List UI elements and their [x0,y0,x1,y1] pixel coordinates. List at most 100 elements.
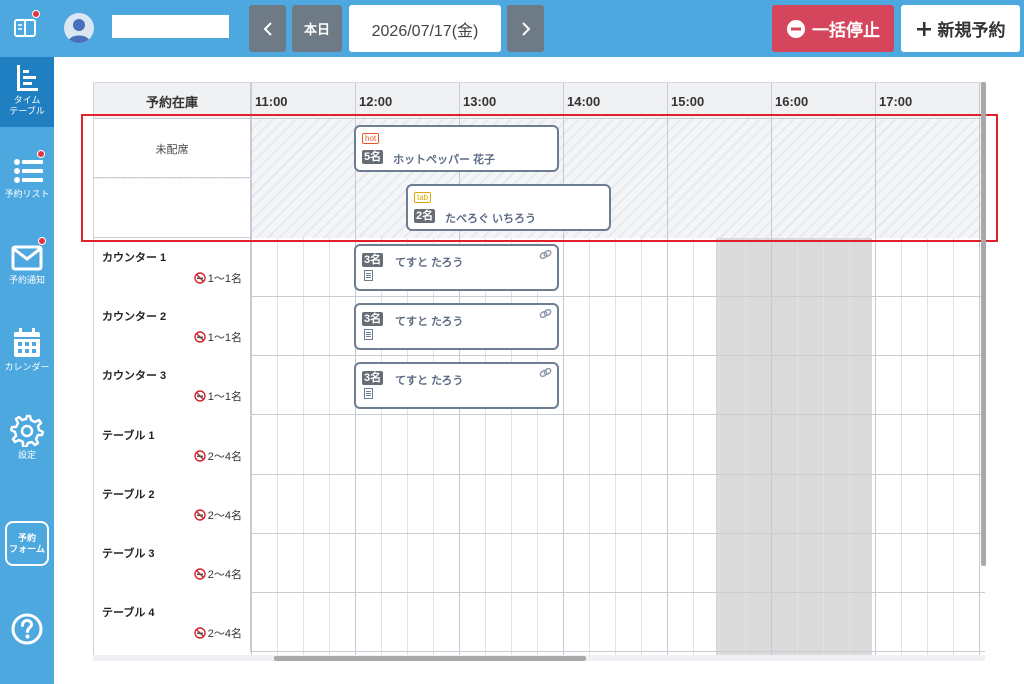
resource-row[interactable]: テーブル 3 2〜4名 [94,534,985,593]
no-smoking-icon [194,272,206,284]
guest-name: てすと たろう [395,375,464,387]
resource-capacity: 1〜1名 [194,329,242,345]
reservation-card[interactable]: hot 5名 ホットペッパー 花子 [354,125,559,172]
notification-badge [38,237,46,245]
new-reservation-button[interactable]: 新規予約 [901,5,1020,52]
guest-name: たべろぐ いちろう [445,213,537,225]
no-smoking-icon [194,509,206,521]
notification-badge [37,150,45,158]
memo-icon [364,329,373,340]
chevron-left-icon [263,21,272,36]
sidebar-item-reservation-list[interactable]: 予約リスト [0,156,54,200]
unassigned-label-text: 未配席 [155,144,189,156]
resource-row[interactable]: テーブル 4 2〜4名 [94,593,985,652]
reservation-card[interactable]: 3名 てすと たろう [354,244,559,291]
time-label: 14:00 [567,93,601,109]
resource-name: カウンター 2 [102,311,167,323]
capacity-text: 2〜4名 [207,569,242,581]
link-icon [539,249,552,260]
resource-name: カウンター 3 [102,370,167,382]
resource-capacity: 2〜4名 [194,507,242,523]
top-bar: 本日 2026/07/17(金) 一括停止 新規予約 [0,0,1024,57]
unassigned-label-empty [94,179,251,238]
time-label: 11:00 [255,93,288,109]
next-day-button[interactable] [507,5,544,52]
resource-label: テーブル 2 2〜4名 [94,475,251,534]
resource-capacity: 2〜4名 [194,566,242,582]
resource-label: テーブル 4 2〜4名 [94,593,251,652]
chevron-right-icon [521,21,530,36]
party-size-badge: 3名 [362,371,384,385]
mail-icon [11,245,43,271]
stop-all-button[interactable]: 一括停止 [772,5,894,52]
vertical-scrollbar[interactable] [981,82,986,566]
sidebar-item-label: 予約通知 [8,275,45,285]
time-label: 16:00 [775,93,809,109]
resource-capacity: 2〜4名 [194,625,242,641]
sidebar-item-settings[interactable]: 設定 [0,413,54,461]
resource-capacity: 1〜1名 [194,270,242,286]
plus-icon [916,21,931,36]
help-icon[interactable] [11,613,43,645]
resource-label: カウンター 1 1〜1名 [94,238,251,297]
party-size-badge: 3名 [362,312,384,326]
link-icon [539,308,552,319]
today-button[interactable]: 本日 [292,5,342,52]
horizontal-scrollbar[interactable] [274,656,586,661]
stop-all-label: 一括停止 [812,21,880,40]
time-label: 13:00 [463,93,497,109]
reservation-card[interactable]: tab 2名 たべろぐ いちろう [406,184,611,231]
resource-label: カウンター 3 1〜1名 [94,356,251,415]
resource-label: カウンター 2 1〜1名 [94,297,251,356]
shop-name-field [112,15,229,38]
sidebar: タイム テーブル 予約リスト 予約通知 カレンダー 設定 予約 フォーム [0,57,54,684]
party-size-badge: 2名 [414,209,436,223]
app-page: 本日 2026/07/17(金) 一括停止 新規予約 タイム テーブル 予約リス… [0,0,1024,684]
source-tag-hot: hot [362,133,380,144]
gear-icon [10,414,44,447]
source-tag-tab: tab [414,192,432,203]
avatar[interactable] [64,13,94,43]
prev-day-button[interactable] [249,5,286,52]
no-smoking-icon [194,390,206,402]
memo-icon [364,270,373,281]
notification-badge [32,10,40,18]
sidebar-item-notification[interactable]: 予約通知 [0,244,54,286]
timetable-header: 予約在庫 11:00 12:00 13:00 14:00 15:00 16:00 17:00… [94,82,985,119]
book-icon[interactable] [13,17,37,39]
resource-header: 予約在庫 [94,83,251,119]
resource-row[interactable]: テーブル 1 2〜4名 [94,416,985,475]
sidebar-item-calendar[interactable]: カレンダー [0,327,54,373]
resource-capacity: 1〜1名 [194,388,242,404]
capacity-text: 1〜1名 [207,273,242,285]
resource-name: テーブル 4 [102,607,155,619]
reservation-form-button[interactable]: 予約 フォーム [5,521,49,566]
no-smoking-icon [194,627,206,639]
memo-icon [364,388,373,399]
sidebar-item-label: タイム テーブル [9,95,45,116]
user-icon [68,19,90,43]
guest-name: ホットペッパー 花子 [393,154,496,166]
party-size-badge: 3名 [362,253,384,267]
reservation-card[interactable]: 3名 てすと たろう [354,303,559,350]
resource-label: テーブル 1 2〜4名 [94,416,251,475]
resource-name: カウンター 1 [102,252,167,264]
resource-name: テーブル 2 [102,489,155,501]
resource-row[interactable]: テーブル 2 2〜4名 [94,475,985,534]
timetable-icon [17,65,38,91]
resource-name: テーブル 3 [102,548,155,560]
capacity-text: 1〜1名 [207,332,242,344]
sidebar-item-timetable[interactable]: タイム テーブル [0,57,54,127]
minus-circle-icon [787,19,805,38]
time-label: 12:00 [359,93,393,109]
party-size-badge: 5名 [362,150,384,164]
resource-name: テーブル 1 [102,430,155,442]
date-display[interactable]: 2026/07/17(金) [349,5,501,52]
unassigned-label: 未配席 [94,119,251,178]
capacity-text: 2〜4名 [207,451,242,463]
resource-capacity: 2〜4名 [194,448,242,464]
reservation-card[interactable]: 3名 てすと たろう [354,362,559,409]
sidebar-item-label: カレンダー [4,362,50,372]
resource-label: テーブル 3 2〜4名 [94,534,251,593]
link-icon [539,367,552,378]
